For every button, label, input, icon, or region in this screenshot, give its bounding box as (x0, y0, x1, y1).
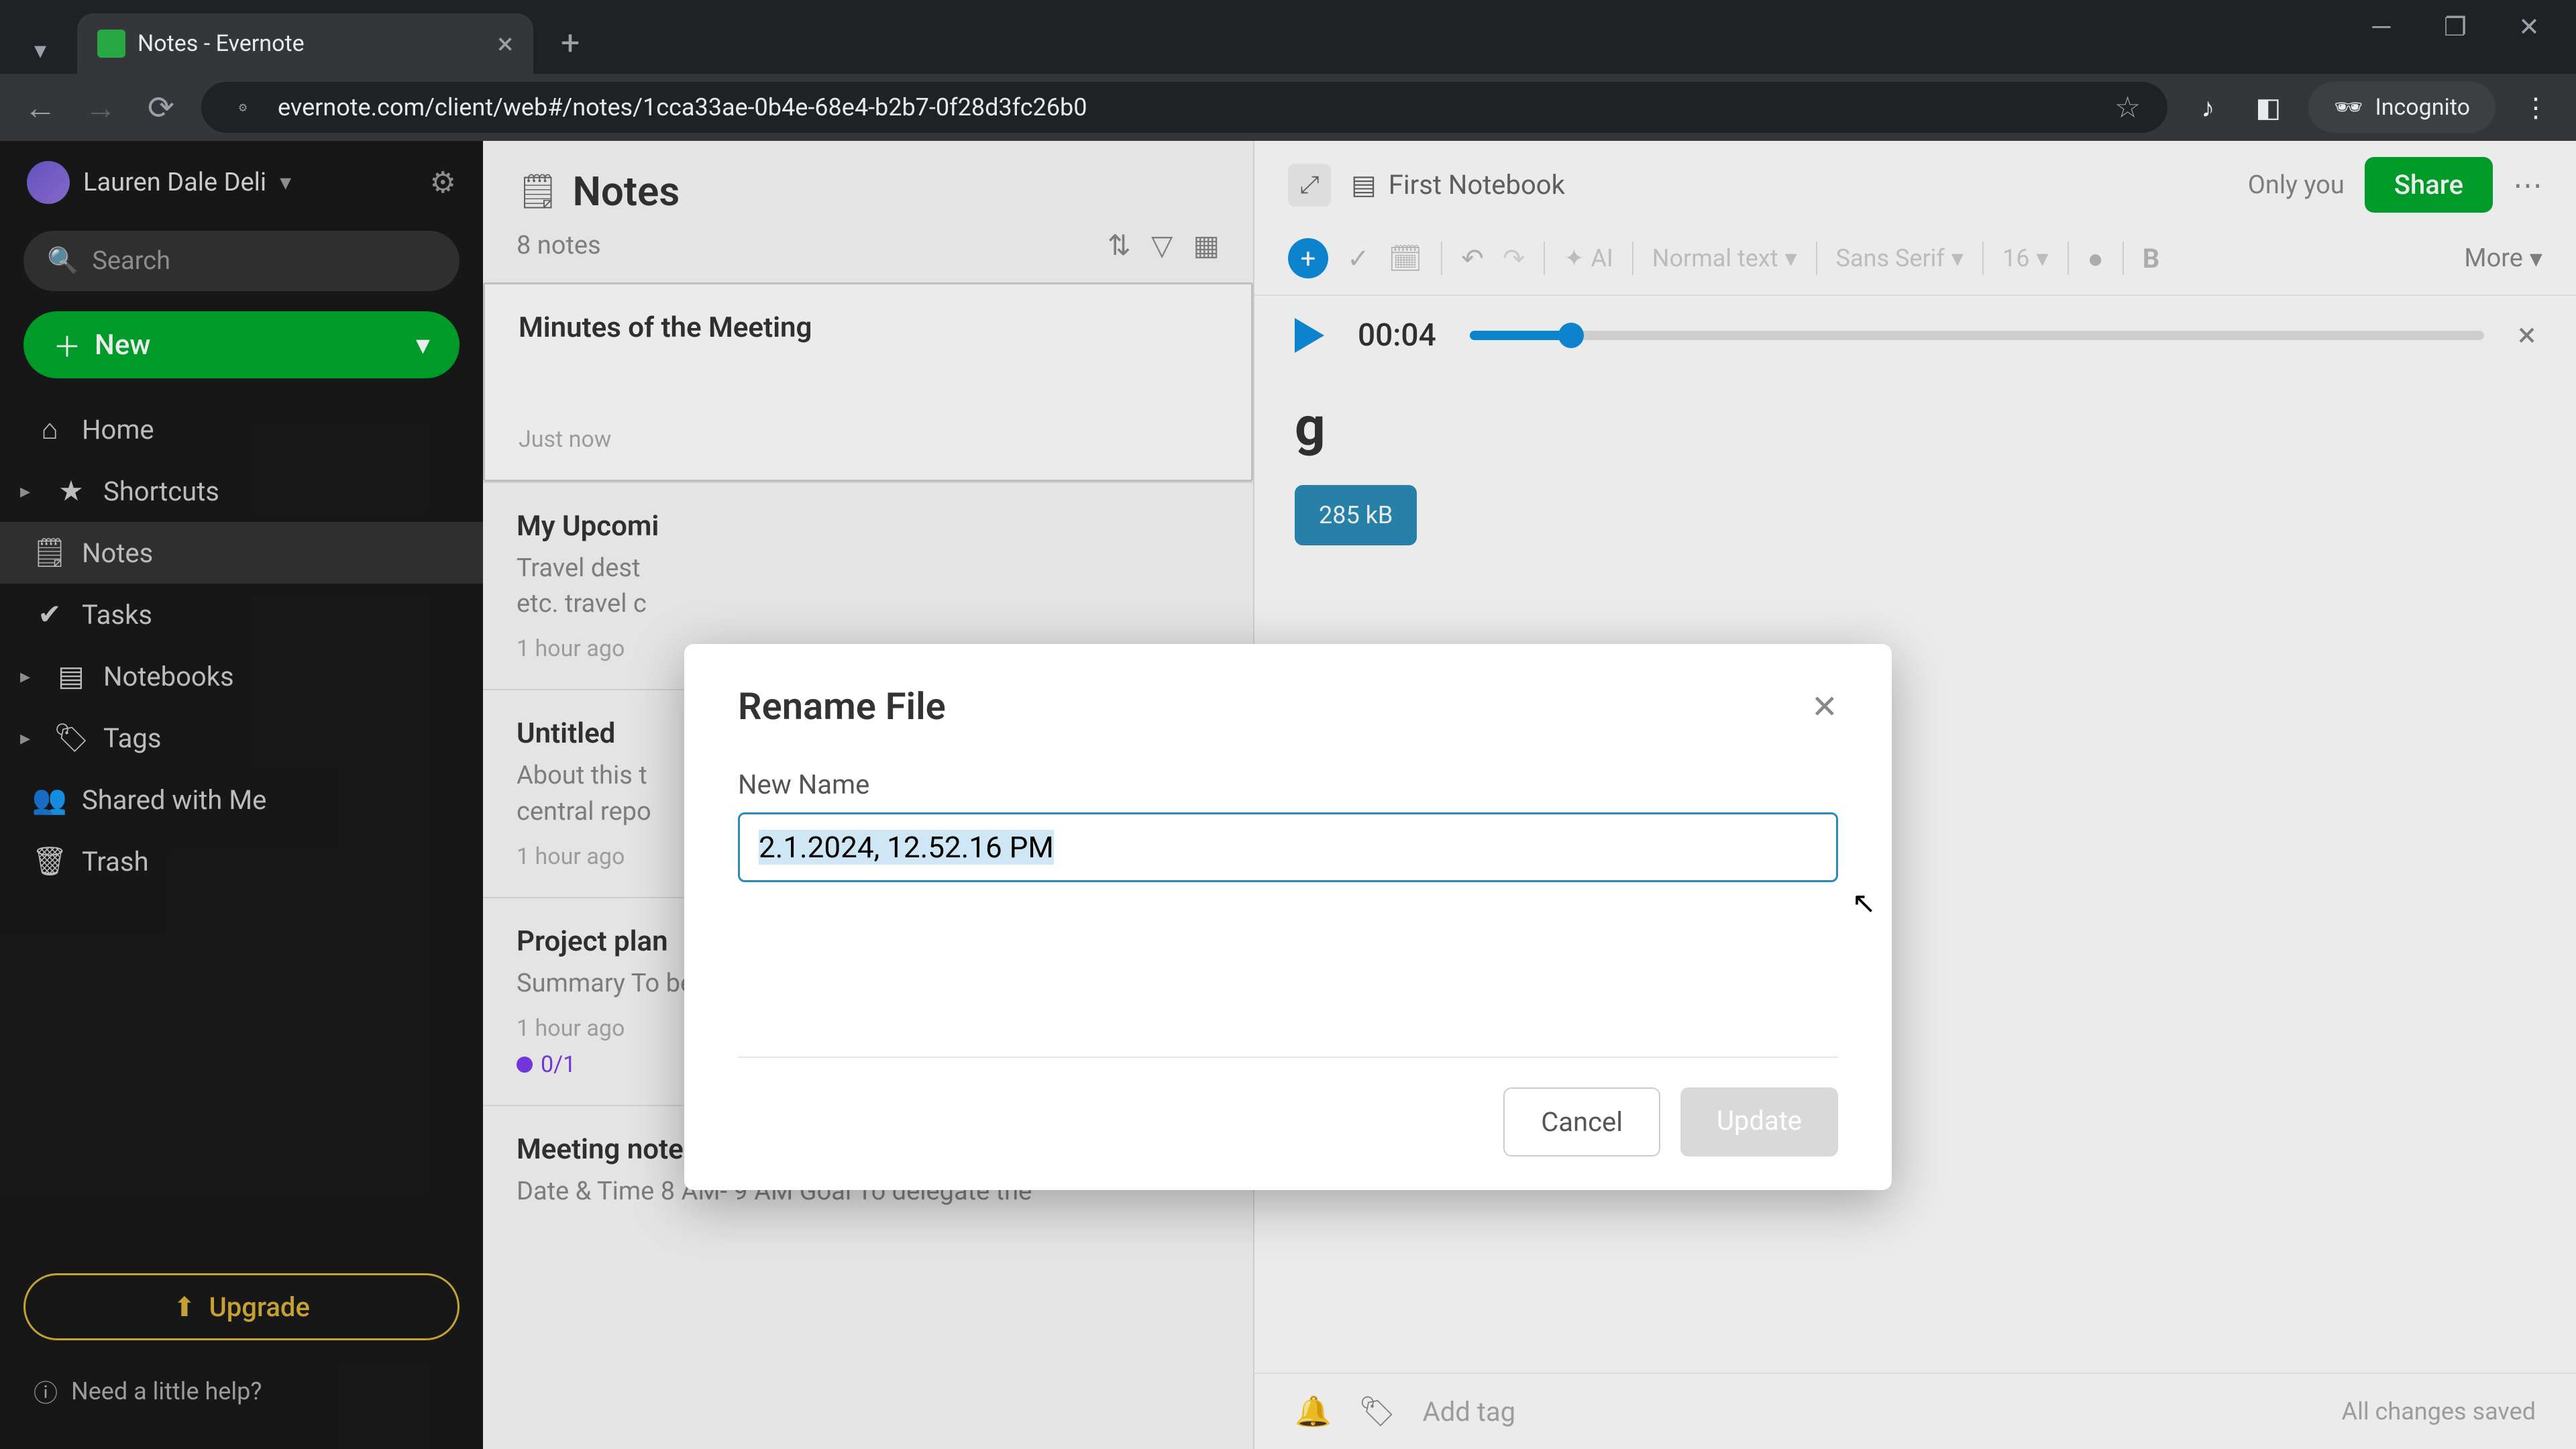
evernote-favicon (97, 30, 125, 58)
cancel-button[interactable]: Cancel (1503, 1087, 1660, 1157)
back-button[interactable]: ← (20, 87, 60, 127)
address-bar[interactable]: ⚙ evernote.com/client/web#/notes/1cca33a… (201, 82, 2167, 133)
tab-search-button[interactable]: ▾ (17, 27, 64, 74)
url-text: evernote.com/client/web#/notes/1cca33ae-… (278, 93, 2094, 121)
media-control-icon[interactable]: ♪ (2188, 87, 2228, 127)
side-panel-icon[interactable]: ◧ (2248, 87, 2288, 127)
reload-button[interactable]: ⟳ (141, 87, 181, 127)
maximize-icon[interactable]: ❐ (2435, 12, 2475, 42)
input-value: 2.1.2024, 12.52.16 PM (759, 830, 1054, 865)
minimize-icon[interactable]: ─ (2361, 12, 2402, 42)
forward-button: → (80, 87, 121, 127)
chevron-down-icon: ▾ (34, 36, 46, 64)
cancel-label: Cancel (1541, 1106, 1623, 1138)
site-settings-icon[interactable]: ⚙ (228, 93, 258, 122)
tab-title: Notes - Evernote (138, 30, 305, 57)
new-name-input[interactable]: 2.1.2024, 12.52.16 PM (738, 812, 1838, 882)
browser-tab[interactable]: Notes - Evernote × (77, 13, 533, 74)
update-label: Update (1717, 1105, 1802, 1136)
chrome-menu-button[interactable]: ⋮ (2516, 87, 2556, 127)
incognito-icon: 🕶 (2334, 94, 2363, 121)
close-dialog-icon[interactable]: ✕ (1811, 688, 1838, 726)
dialog-title: Rename File (738, 684, 946, 729)
rename-file-dialog: Rename File ✕ New Name 2.1.2024, 12.52.1… (684, 644, 1892, 1190)
new-tab-button[interactable]: + (547, 20, 594, 67)
mouse-cursor: ↖ (1851, 885, 1876, 920)
close-tab-icon[interactable]: × (498, 26, 513, 61)
close-window-icon[interactable]: ✕ (2509, 12, 2549, 42)
bookmark-star-icon[interactable]: ☆ (2114, 90, 2141, 125)
field-label: New Name (738, 769, 1838, 800)
incognito-indicator[interactable]: 🕶 Incognito (2308, 82, 2496, 133)
update-button[interactable]: Update (1680, 1087, 1838, 1157)
incognito-label: Incognito (2375, 94, 2470, 121)
